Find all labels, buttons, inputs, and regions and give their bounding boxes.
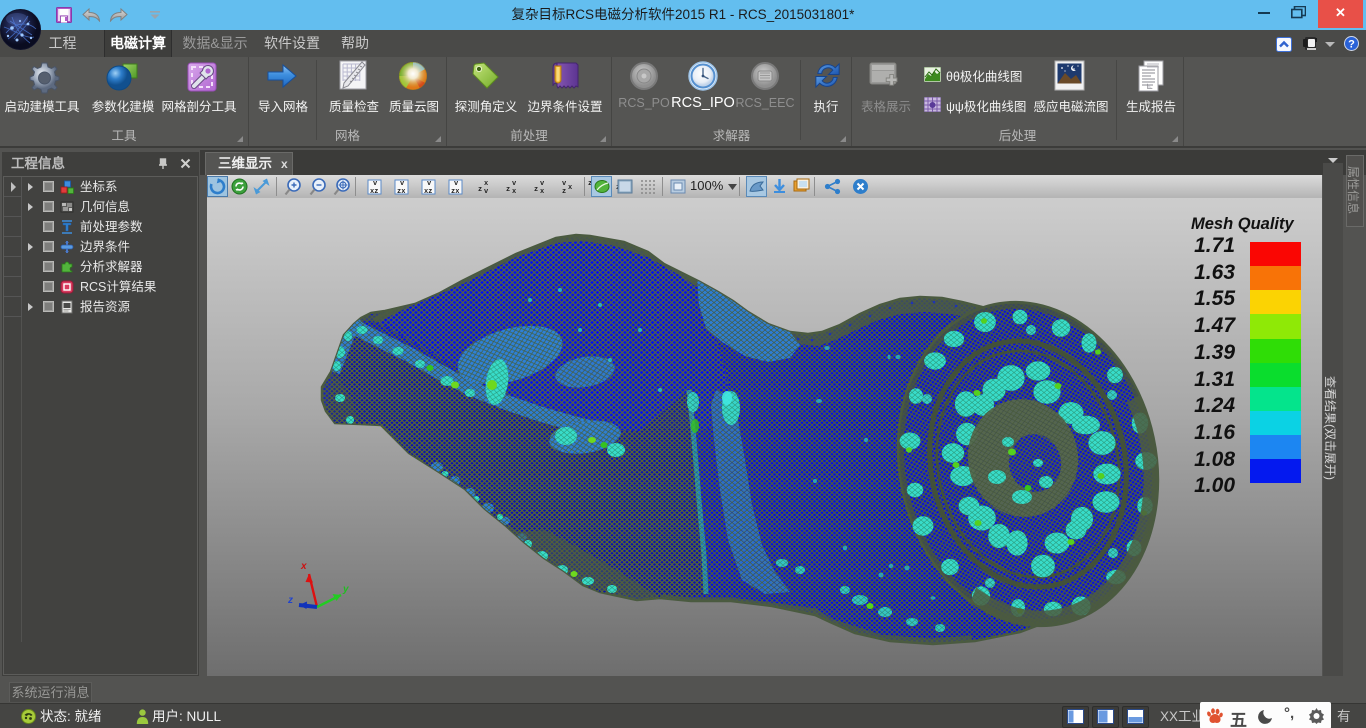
svg-text:?: ? (1348, 39, 1355, 51)
svg-text:x: x (512, 188, 517, 196)
svg-text:zx: zx (451, 188, 460, 196)
svg-text:x: x (540, 188, 545, 196)
svg-text:x: x (484, 180, 489, 188)
svg-text:z: z (287, 595, 293, 606)
svg-text:v: v (512, 180, 517, 188)
svg-text:z: z (506, 186, 510, 194)
svg-text:xz: xz (370, 188, 378, 196)
svg-text:v: v (540, 180, 545, 188)
svg-text:y: y (342, 584, 349, 595)
svg-text:z: z (478, 186, 482, 194)
svg-text:x: x (568, 184, 573, 192)
svg-text:x: x (300, 561, 307, 572)
svg-text:z: z (562, 188, 566, 196)
svg-text:v: v (562, 180, 567, 188)
svg-text:zx: zx (397, 188, 406, 196)
svg-text:z: z (534, 186, 538, 194)
svg-text:v: v (484, 188, 489, 196)
svg-text:xz: xz (424, 188, 432, 196)
